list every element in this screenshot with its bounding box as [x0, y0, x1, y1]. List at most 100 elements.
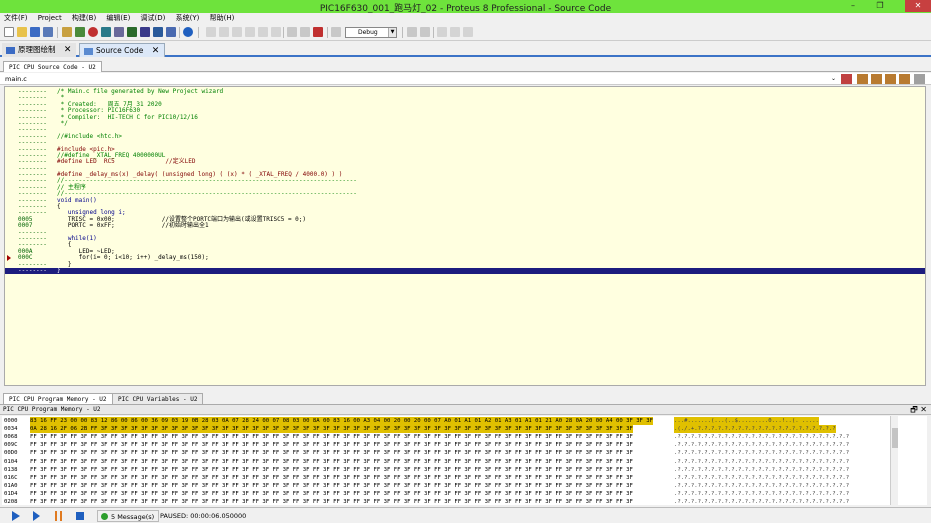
messages-button[interactable]: 5 Message(s)	[97, 510, 160, 522]
step-icon[interactable]	[33, 511, 40, 521]
menu-build[interactable]: 构建(B)	[68, 13, 100, 24]
restore-panel-icon[interactable]: 🗗	[910, 405, 918, 414]
close-tab-icon[interactable]: ✕	[64, 45, 72, 55]
source-editor[interactable]: --------/* Main.c file generated by New …	[4, 86, 926, 386]
minimize-button[interactable]: –	[840, 0, 866, 12]
pause-icon[interactable]	[55, 511, 62, 521]
tab-label: Source Code	[96, 46, 144, 55]
memory-hex: FF 3F FF 3F FF 3F FF 3F FF 3F FF 3F FF 3…	[30, 490, 633, 497]
memory-hex: FF 3F FF 3F FF 3F FF 3F FF 3F FF 3F FF 3…	[30, 482, 633, 489]
scrollbar-thumb[interactable]	[892, 428, 898, 448]
memory-ascii: .?.?.?.?.?.?.?.?.?.?.?.?.?.?.?.?.?.?.?.?…	[674, 474, 850, 481]
gerber-icon[interactable]	[127, 27, 137, 37]
paste-icon[interactable]	[245, 27, 255, 37]
stop-icon[interactable]	[88, 27, 98, 37]
step-over-icon[interactable]	[857, 74, 868, 84]
tab-variables[interactable]: PIC CPU Variables - U2	[112, 393, 204, 404]
new-file-icon[interactable]	[4, 27, 14, 37]
memory-ascii: .?.?.?.?.?.?.?.?.?.?.?.?.?.?.?.?.?.?.?.?…	[674, 434, 850, 441]
stop-sim-icon[interactable]	[76, 512, 84, 520]
simulation-state: PAUSED: 00:00:06.050000	[160, 512, 247, 520]
redo-icon[interactable]	[420, 27, 430, 37]
current-line-arrow-icon	[7, 255, 11, 262]
tab-schematic[interactable]: 原理图绘制 ✕	[2, 43, 77, 57]
memory-address: 0000	[4, 418, 18, 424]
layout-icon[interactable]	[101, 27, 111, 37]
memory-hex: FF 3F FF 3F FF 3F FF 3F FF 3F FF 3F FF 3…	[30, 434, 633, 441]
memory-address: 00D0	[4, 450, 18, 457]
3d-view-icon[interactable]	[114, 27, 124, 37]
open-folder-icon[interactable]	[17, 27, 27, 37]
close-panel-icon[interactable]: ✕	[920, 405, 927, 414]
step-into-icon[interactable]	[871, 74, 882, 84]
line-address: --------	[18, 266, 47, 274]
build-config-select[interactable]: Debug ▼	[345, 27, 397, 38]
tool-b-icon[interactable]	[450, 27, 460, 37]
source-file-select[interactable]: main.c ⌄	[2, 74, 836, 84]
play-icon[interactable]	[12, 511, 20, 521]
file-bar: main.c ⌄	[0, 73, 931, 85]
toggle-breakpoint-icon[interactable]	[841, 74, 852, 84]
program-memory-view[interactable]: 0000 83 16 FF 23 00 00 83 12 86 00 86 00 …	[2, 416, 927, 505]
maximize-button[interactable]: ❐	[867, 0, 893, 12]
menu-system[interactable]: 系统(Y)	[172, 13, 204, 24]
memory-hex: 83 16 FF 23 00 00 83 12 86 00 86 00 36 0…	[30, 417, 654, 426]
memory-hex: FF 3F FF 3F FF 3F FF 3F FF 3F FF 3F FF 3…	[30, 474, 633, 481]
menu-file[interactable]: 文件(F)	[0, 13, 32, 24]
memory-address: 0138	[4, 466, 18, 473]
tab-program-memory[interactable]: PIC CPU Program Memory - U2	[3, 393, 113, 404]
close-tab-icon[interactable]: ✕	[152, 46, 160, 56]
memory-address: 01D4	[4, 490, 18, 497]
copy-icon[interactable]	[232, 27, 242, 37]
clear-icon[interactable]	[313, 27, 323, 37]
find-next-icon[interactable]	[300, 27, 310, 37]
cut-icon[interactable]	[219, 27, 229, 37]
menu-project[interactable]: Project	[34, 13, 66, 24]
run-to-cursor-icon[interactable]	[899, 74, 910, 84]
print-icon[interactable]	[271, 27, 281, 37]
document-tabs: 原理图绘制 ✕ Source Code ✕	[0, 42, 931, 57]
home-icon[interactable]	[62, 27, 72, 37]
build-project-icon[interactable]	[331, 27, 341, 37]
tab-cpu-source-code[interactable]: PIC CPU Source Code - U2	[3, 61, 102, 72]
bottom-tabs: PIC CPU Program Memory - U2 PIC CPU Vari…	[0, 392, 931, 404]
undo-icon[interactable]	[407, 27, 417, 37]
memory-panel-title: PIC CPU Program Memory - U2	[3, 406, 101, 413]
tool-a-icon[interactable]	[437, 27, 447, 37]
memory-ascii: .?.?.?.?.?.?.?.?.?.?.?.?.?.?.?.?.?.?.?.?…	[674, 490, 850, 497]
save-icon[interactable]	[30, 27, 40, 37]
schematic-icon[interactable]	[75, 27, 85, 37]
memory-ascii: .?.?.?.?.?.?.?.?.?.?.?.?.?.?.?.?.?.?.?.?…	[674, 458, 850, 465]
save-all-icon[interactable]	[43, 27, 53, 37]
tool-c-icon[interactable]	[463, 27, 473, 37]
options-icon[interactable]	[914, 74, 925, 84]
notes-icon[interactable]	[166, 27, 176, 37]
step-out-icon[interactable]	[885, 74, 896, 84]
memory-panel-header: PIC CPU Program Memory - U2 🗗 ✕	[0, 404, 931, 415]
status-bar: 5 Message(s) PAUSED: 00:00:06.050000	[0, 507, 931, 523]
design-explorer-icon[interactable]	[140, 27, 150, 37]
memory-hex: 0A 28 16 2F 06 2B FF 3F 3F 3F 3F 3F 3F 3…	[30, 425, 633, 434]
source-file-value: main.c	[5, 75, 27, 83]
memory-hex: FF 3F FF 3F FF 3F FF 3F FF 3F FF 3F FF 3…	[30, 442, 633, 449]
menu-bar: 文件(F) Project 构建(B) 编辑(E) 调试(D) 系统(Y) 帮助…	[0, 13, 931, 24]
memory-address: 009C	[4, 442, 18, 449]
close-window-button[interactable]: ✕	[905, 0, 931, 12]
menu-debug[interactable]: 调试(D)	[137, 13, 170, 24]
memory-scrollbar[interactable]	[890, 416, 898, 505]
bom-icon[interactable]	[153, 27, 163, 37]
title-bar: PIC16F630_001_跑马灯_02 - Proteus 8 Profess…	[0, 0, 931, 14]
source-line[interactable]: --------}	[5, 266, 925, 275]
undo-doc-icon[interactable]	[258, 27, 268, 37]
find-icon[interactable]	[287, 27, 297, 37]
source-subtabs: PIC CPU Source Code - U2	[0, 60, 931, 72]
tab-source-code[interactable]: Source Code ✕	[79, 43, 166, 57]
help-icon[interactable]	[183, 27, 193, 37]
menu-help[interactable]: 帮助(H)	[206, 13, 239, 24]
refresh-icon[interactable]	[206, 27, 216, 37]
memory-address: 016C	[4, 474, 18, 481]
memory-address: 0104	[4, 458, 18, 465]
schematic-tab-icon	[6, 47, 15, 54]
memory-ascii: .?.?.?.?.?.?.?.?.?.?.?.?.?.?.?.?.?.?.?.?…	[674, 482, 850, 489]
menu-edit[interactable]: 编辑(E)	[102, 13, 134, 24]
